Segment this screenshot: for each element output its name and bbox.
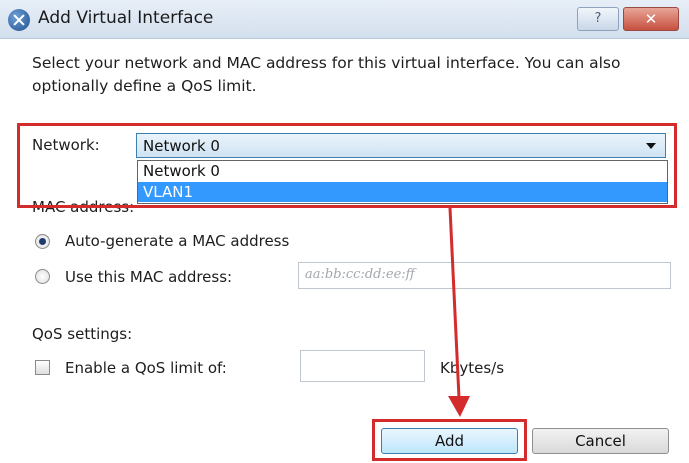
annotation-arrow <box>448 207 470 417</box>
annotation-arrow-line <box>448 207 461 399</box>
annotation-arrowhead <box>448 396 470 417</box>
